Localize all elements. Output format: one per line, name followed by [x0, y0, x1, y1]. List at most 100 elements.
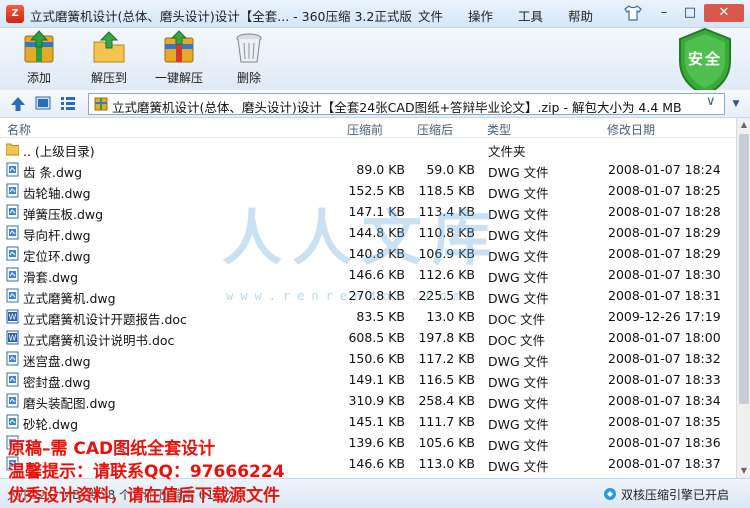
table-row[interactable]: 齿 条.dwg 89.0 KB 59.0 KB DWG 文件 2008-01-07 18…: [0, 159, 736, 180]
file-size: 149.1 KB: [348, 372, 405, 387]
file-type: DOC 文件: [488, 333, 546, 348]
add-archive-icon: [24, 30, 54, 63]
table-row[interactable]: 迷宫盘.dwg 150.6 KB 117.2 KB DWG 文件 2008-01-07 …: [0, 348, 736, 369]
doc-file-icon: W: [6, 309, 19, 324]
column-name[interactable]: 名称: [7, 121, 31, 138]
table-row[interactable]: 密封盘.dwg 149.1 KB 116.5 KB DWG 文件 2008-01-07 …: [0, 369, 736, 390]
table-row[interactable]: .. (上级目录) 文件夹: [0, 138, 736, 159]
file-size: 139.6 KB: [348, 435, 405, 450]
file-name: 定位环.dwg: [23, 249, 91, 264]
table-row[interactable]: 磨头装配图.dwg 310.9 KB 258.4 KB DWG 文件 2008-01-0…: [0, 390, 736, 411]
minimize-icon[interactable]: –: [652, 4, 676, 22]
dwg-file-icon: [6, 246, 19, 261]
trash-icon: [236, 33, 262, 63]
file-list: .. (上级目录) 文件夹齿 条.dwg 89.0 KB 59.0 KB DWG 文件 2…: [0, 138, 736, 478]
file-size: 83.5 KB: [356, 309, 405, 324]
file-packed-size: 59.0 KB: [426, 162, 475, 177]
column-size[interactable]: 压缩前: [347, 121, 383, 138]
skin-tshirt-icon[interactable]: [624, 5, 642, 21]
file-date: 2008-01-07 18:29: [608, 225, 721, 240]
file-type: DWG 文件: [488, 165, 549, 180]
doc-file-icon: W: [6, 330, 19, 345]
toolbar: 添加 解压到 一键解压 删除: [0, 28, 750, 90]
column-packed[interactable]: 压缩后: [417, 121, 453, 138]
table-row[interactable]: 砂轮.dwg 145.1 KB 111.7 KB DWG 文件 2008-01-07 1…: [0, 411, 736, 432]
file-size: 608.5 KB: [348, 330, 405, 345]
file-size: 310.9 KB: [348, 393, 405, 408]
file-date: 2008-01-07 18:32: [608, 351, 721, 366]
view-list-icon[interactable]: [60, 96, 76, 110]
dwg-file-icon: [6, 288, 19, 303]
column-type[interactable]: 类型: [487, 121, 511, 138]
scroll-down-icon[interactable]: ▼: [737, 464, 750, 478]
file-date: 2008-01-07 18:36: [608, 435, 721, 450]
file-list-header: 名称 压缩前 压缩后 类型 修改日期: [0, 118, 736, 138]
column-date[interactable]: 修改日期: [607, 121, 655, 138]
maximize-icon[interactable]: □: [678, 4, 702, 22]
dwg-file-icon: [6, 393, 19, 408]
table-row[interactable]: W 立式磨簧机设计开题报告.doc 83.5 KB 13.0 KB DOC 文件 2009…: [0, 306, 736, 327]
dropdown-arrow-icon[interactable]: ▼: [728, 96, 744, 112]
one-click-label: 一键解压: [154, 71, 203, 85]
dwg-file-icon: [6, 225, 19, 240]
extract-label: 解压到: [90, 71, 127, 85]
menu-operate[interactable]: 操作: [468, 6, 518, 25]
watermark-logo: 人人文库: [222, 204, 502, 274]
title-bar: Z 立式磨簧机设计(总体、磨头设计)设计【全套... - 360压缩 3.2正式…: [0, 0, 750, 28]
file-date: 2008-01-07 18:29: [608, 246, 721, 261]
one-click-extract-button[interactable]: 一键解压: [149, 30, 209, 86]
file-name: 立式磨簧机设计开题报告.doc: [23, 312, 187, 327]
file-date: 2008-01-07 18:34: [608, 393, 721, 408]
extract-to-button[interactable]: 解压到: [79, 30, 139, 86]
archive-path-text: 立式磨簧机设计(总体、磨头设计)设计【全套24张CAD图纸+答辩毕业论文】.zi…: [112, 100, 682, 115]
menu-tools[interactable]: 工具: [518, 6, 568, 25]
file-date: 2008-01-07 18:28: [608, 204, 721, 219]
add-button[interactable]: 添加: [9, 30, 69, 86]
path-chevron-icon[interactable]: ∨: [706, 94, 716, 109]
engine-status: 双核压缩引擎已开启: [621, 488, 730, 502]
svg-text:W: W: [9, 334, 17, 343]
menu-file[interactable]: 文件: [418, 6, 468, 25]
security-badge-text: 安全: [687, 50, 722, 68]
file-type: DWG 文件: [488, 396, 549, 411]
menu-bar: 文件 操作 工具 帮助: [418, 6, 618, 25]
scroll-up-icon[interactable]: ▲: [737, 118, 750, 132]
file-type: DWG 文件: [488, 459, 549, 474]
dwg-file-icon: [6, 162, 19, 177]
dwg-file-icon: [6, 414, 19, 429]
vertical-scrollbar[interactable]: ▲ ▼: [736, 118, 750, 478]
view-thumbnail-icon[interactable]: [35, 96, 51, 110]
zip-archive-icon: [94, 97, 108, 111]
file-name: .. (上级目录): [23, 144, 95, 159]
window-title: 立式磨簧机设计(总体、磨头设计)设计【全套... - 360压缩 3.2正式版: [30, 9, 412, 24]
up-arrow-icon[interactable]: [10, 96, 26, 112]
address-bar: 立式磨簧机设计(总体、磨头设计)设计【全套24张CAD图纸+答辩毕业论文】.zi…: [0, 90, 750, 118]
dwg-file-icon: [6, 204, 19, 219]
engine-icon: [604, 488, 616, 500]
table-row[interactable]: W 立式磨簧机设计说明书.doc 608.5 KB 197.8 KB DOC 文件 200…: [0, 327, 736, 348]
file-name: 迷宫盘.dwg: [23, 354, 91, 369]
menu-help[interactable]: 帮助: [568, 6, 618, 25]
path-field[interactable]: 立式磨簧机设计(总体、磨头设计)设计【全套24张CAD图纸+答辩毕业论文】.zi…: [88, 93, 725, 115]
file-type: DWG 文件: [488, 354, 549, 369]
close-icon[interactable]: ✕: [704, 4, 744, 22]
file-date: 2008-01-07 18:00: [608, 330, 721, 345]
file-size: 150.6 KB: [348, 351, 405, 366]
file-packed-size: 113.0 KB: [418, 456, 475, 471]
scroll-thumb[interactable]: [739, 134, 749, 404]
file-date: 2008-01-07 18:25: [608, 183, 721, 198]
file-date: 2008-01-07 18:30: [608, 267, 721, 282]
dwg-file-icon: [6, 372, 19, 387]
file-name: 导向杆.dwg: [23, 228, 91, 243]
app-logo-icon: Z: [6, 5, 24, 23]
add-label: 添加: [26, 71, 51, 85]
file-packed-size: 258.4 KB: [418, 393, 475, 408]
delete-button[interactable]: 删除: [219, 30, 279, 86]
file-date: 2008-01-07 18:33: [608, 372, 721, 387]
file-packed-size: 111.7 KB: [418, 414, 475, 429]
file-type: DOC 文件: [488, 312, 546, 327]
overlay-line-2: 温馨提示：请联系QQ：97666224: [8, 462, 285, 482]
dwg-file-icon: [6, 183, 19, 198]
file-type: DWG 文件: [488, 417, 549, 432]
file-name: 立式磨簧机.dwg: [23, 291, 116, 306]
